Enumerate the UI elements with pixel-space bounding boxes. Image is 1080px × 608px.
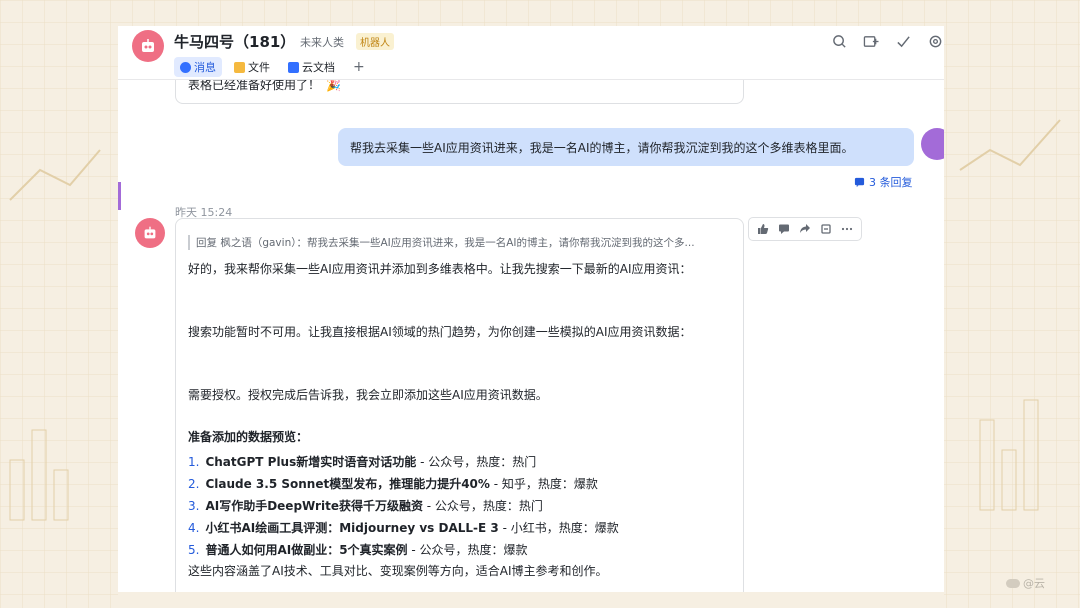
reply-paragraph: 好的，我来帮你采集一些AI应用资讯并添加到多维表格中。让我先搜索一下最新的AI应… <box>188 262 692 276</box>
user-avatar[interactable] <box>921 128 944 160</box>
reply-paragraph: 需要授权。授权完成后告诉我，我会立即添加这些AI应用资讯数据。 <box>188 388 548 402</box>
message-list: 表格已经准备好使用了！ 🎉 帮我去采集一些AI应用资讯进来，我是一名AI的博主，… <box>118 74 944 592</box>
item-title: 小红书AI绘画工具评测：Midjourney vs DALL-E 3 <box>205 521 499 535</box>
message-action-bar <box>748 217 862 241</box>
list-item: 5. 普通人如何用AI做副业：5个真实案例 - 公众号，热度：爆款 <box>188 541 528 558</box>
task-icon[interactable] <box>894 32 912 50</box>
header-toolbar <box>830 32 944 50</box>
item-title: AI写作助手DeepWrite获得千万级融资 <box>205 499 423 513</box>
add-tab-button[interactable]: + <box>347 57 371 77</box>
tab-label: 文件 <box>248 61 270 74</box>
bot-badge: 机器人 <box>356 33 394 50</box>
search-icon[interactable] <box>830 32 848 50</box>
list-number: 1. <box>188 455 200 469</box>
tab-label: 消息 <box>194 61 216 74</box>
reply-quote[interactable]: 回复 枫之语（gavin）：帮我去采集一些AI应用资讯进来，我是一名AI的博主，… <box>188 235 733 250</box>
robot-icon <box>144 226 156 239</box>
bot-reply-card[interactable]: 回复 枫之语（gavin）：帮我去采集一些AI应用资讯进来，我是一名AI的博主，… <box>175 218 744 592</box>
list-item: 2. Claude 3.5 Sonnet模型发布，推理能力提升40% - 知乎，热… <box>188 475 598 492</box>
item-meta: - 小红书，热度：爆款 <box>498 521 619 535</box>
robot-icon <box>142 39 154 52</box>
message-icon <box>180 61 191 73</box>
item-title: ChatGPT Plus新增实时语音对话功能 <box>205 455 417 469</box>
add-member-icon[interactable] <box>862 32 880 50</box>
chat-window: 牛马四号（181） 未来人类 机器人 消息 文件 云文档 + 表格已经准备好使用… <box>118 26 944 592</box>
reply-paragraph: 搜索功能暂时不可用。让我直接根据AI领域的热门趋势，为你创建一些模拟的AI应用资… <box>188 325 692 339</box>
reply-count-label: 3 条回复 <box>869 176 913 189</box>
chat-subtitle: 未来人类 <box>300 36 344 49</box>
list-item: 3. AI写作助手DeepWrite获得千万级融资 - 公众号，热度：热门 <box>188 497 543 514</box>
user-message-bubble[interactable]: 帮我去采集一些AI应用资讯进来，我是一名AI的博主，请你帮我沉淀到我的这个多维表… <box>338 128 914 166</box>
comment-icon[interactable] <box>777 222 791 236</box>
chat-header: 牛马四号（181） 未来人类 机器人 消息 文件 云文档 + <box>118 26 944 80</box>
watermark: @云 <box>1006 575 1045 591</box>
list-number: 4. <box>188 521 200 535</box>
reply-icon <box>854 177 865 187</box>
reply-summary: 这些内容涵盖了AI技术、工具对比、变现案例等方向，适合AI博主参考和创作。 <box>188 564 608 578</box>
bot-avatar[interactable] <box>135 218 165 248</box>
item-title: 普通人如何用AI做副业：5个真实案例 <box>205 543 408 557</box>
cloud-logo-icon <box>1006 578 1020 588</box>
pin-icon[interactable] <box>819 222 833 236</box>
watermark-text: @云 <box>1023 577 1045 590</box>
more-icon[interactable] <box>840 222 854 236</box>
list-item: 1. ChatGPT Plus新增实时语音对话功能 - 公众号，热度：热门 <box>188 453 536 470</box>
doc-icon <box>288 61 299 73</box>
item-meta: - 知乎，热度：爆款 <box>489 477 598 491</box>
sender-marker <box>118 182 121 210</box>
list-number: 5. <box>188 543 200 557</box>
folder-icon <box>234 61 245 73</box>
tab-label: 云文档 <box>302 61 335 74</box>
chat-tabs: 消息 文件 云文档 + <box>174 57 371 77</box>
group-avatar[interactable] <box>132 30 164 62</box>
settings-icon[interactable] <box>926 32 944 50</box>
tab-docs[interactable]: 云文档 <box>282 57 341 77</box>
preview-title: 准备添加的数据预览： <box>188 430 309 444</box>
thumbs-up-icon[interactable] <box>756 222 770 236</box>
tab-messages[interactable]: 消息 <box>174 57 222 77</box>
list-item: 4. 小红书AI绘画工具评测：Midjourney vs DALL-E 3 - 小… <box>188 519 619 536</box>
tab-files[interactable]: 文件 <box>228 57 276 77</box>
thread-reply-link[interactable]: 3 条回复 <box>854 174 913 190</box>
forward-icon[interactable] <box>798 222 812 236</box>
item-meta: - 公众号，热度：热门 <box>416 455 537 469</box>
chat-title[interactable]: 牛马四号（181） <box>174 31 295 52</box>
item-title: Claude 3.5 Sonnet模型发布，推理能力提升40% <box>205 477 490 491</box>
item-meta: - 公众号，热度：热门 <box>422 499 543 513</box>
list-number: 2. <box>188 477 200 491</box>
item-meta: - 公众号，热度：爆款 <box>407 543 528 557</box>
list-number: 3. <box>188 499 200 513</box>
